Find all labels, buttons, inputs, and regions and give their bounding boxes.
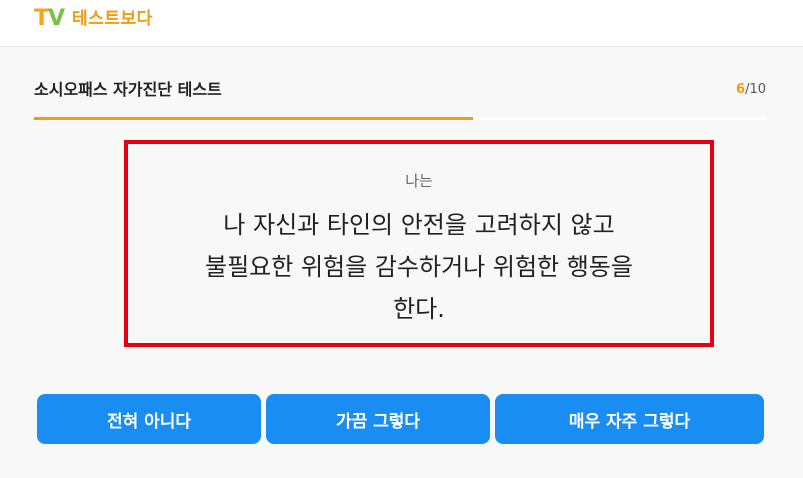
site-header: TV 테스트보다	[0, 0, 803, 47]
progress-total: /10	[745, 82, 766, 97]
question-line: 한다.	[393, 295, 445, 323]
answer-never-button[interactable]: 전혀 아니다	[37, 394, 261, 444]
test-title-row: 소시오패스 자가진단 테스트 6/10	[34, 78, 766, 102]
question-prefix: 나는	[405, 172, 433, 190]
test-title: 소시오패스 자가진단 테스트	[34, 80, 222, 99]
question-box: 나는 나 자신과 타인의 안전을 고려하지 않고 불필요한 위험을 감수하거나 …	[124, 140, 714, 347]
progress-bar-fill	[34, 117, 474, 120]
answer-very-often-button[interactable]: 매우 자주 그렇다	[495, 394, 764, 444]
progress-bar	[34, 117, 766, 120]
question-line: 나 자신과 타인의 안전을 고려하지 않고	[223, 211, 615, 239]
progress-count: 6/10	[736, 78, 766, 102]
site-logo[interactable]: TV 테스트보다	[34, 6, 153, 32]
answer-options: 전혀 아니다 가끔 그렇다 매우 자주 그렇다	[37, 394, 764, 444]
logo-text: 테스트보다	[72, 8, 153, 29]
tv-logo-icon: TV	[34, 6, 65, 31]
answer-sometimes-button[interactable]: 가끔 그렇다	[266, 394, 490, 444]
question-line: 불필요한 위험을 감수하거나 위험한 행동을	[205, 253, 633, 281]
progress-current: 6	[736, 82, 746, 97]
question-text: 나 자신과 타인의 안전을 고려하지 않고 불필요한 위험을 감수하거나 위험한…	[128, 204, 710, 330]
